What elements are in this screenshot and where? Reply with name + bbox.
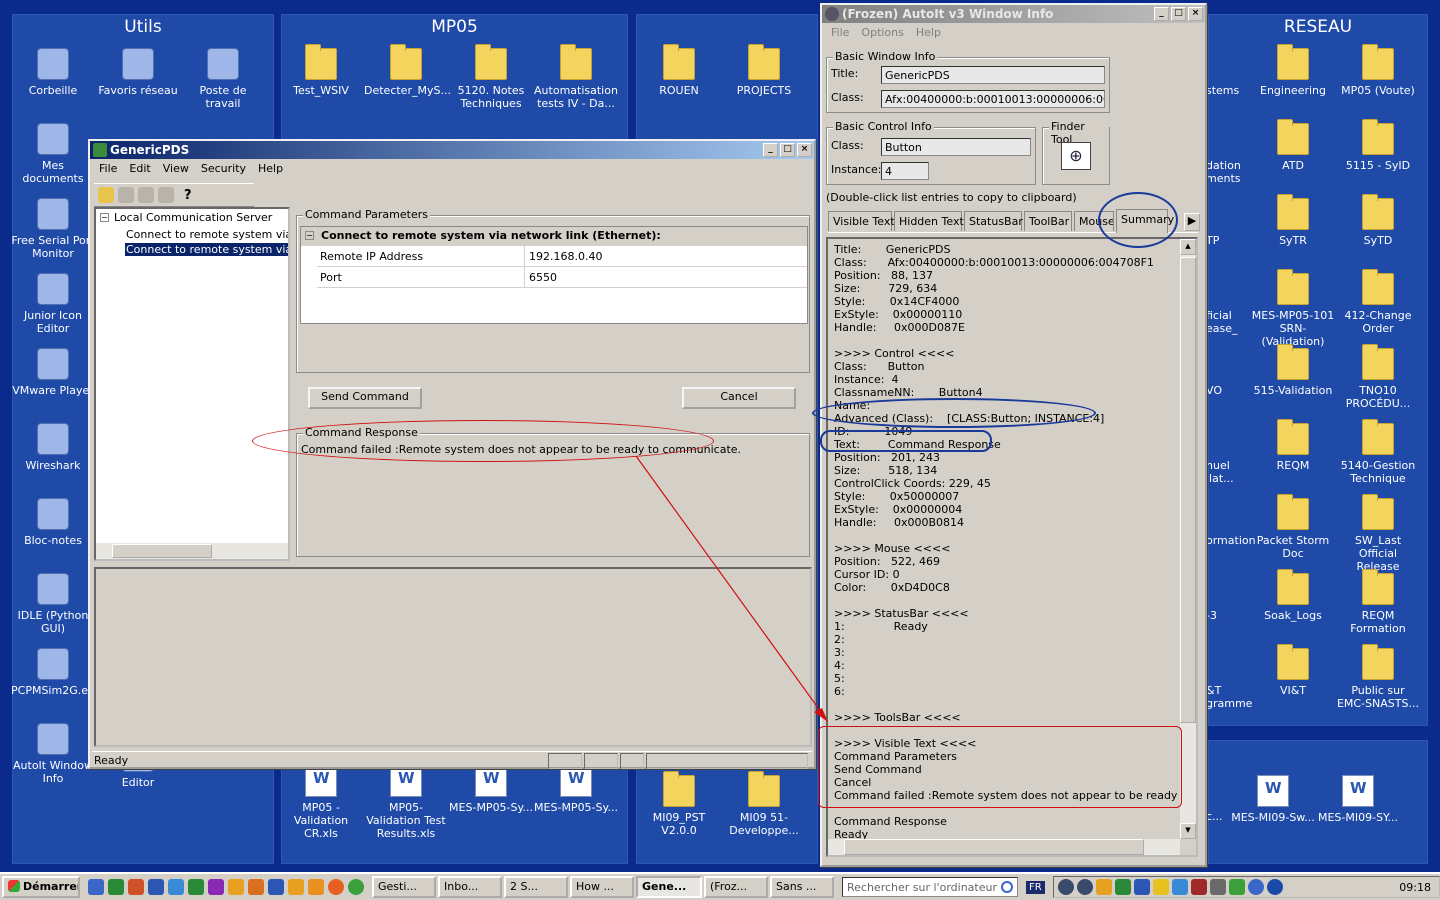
task-button[interactable]: Inbo... (438, 876, 502, 898)
quicklaunch-icon[interactable] (88, 879, 104, 895)
excel-icon[interactable] (188, 879, 204, 895)
outlook-icon[interactable] (228, 879, 244, 895)
language-indicator[interactable]: FR (1026, 880, 1045, 894)
search-icon[interactable] (1001, 881, 1013, 893)
word-icon[interactable] (148, 879, 164, 895)
tray-icon[interactable] (1190, 879, 1207, 895)
tray-icon[interactable] (1076, 879, 1093, 895)
tray-icon[interactable] (1247, 879, 1264, 895)
tray-icon[interactable] (1209, 879, 1226, 895)
tray-icon[interactable] (1057, 879, 1074, 895)
system-tray: 09:18 (1052, 876, 1440, 898)
taskbar: Démarrer Gesti... Inbo... 2 S... How ...… (0, 872, 1440, 900)
word-icon[interactable] (268, 879, 284, 895)
tray-icon[interactable] (1095, 879, 1112, 895)
tray-icon[interactable] (1228, 879, 1245, 895)
outlook-icon[interactable] (288, 879, 304, 895)
ie-icon[interactable] (168, 879, 184, 895)
arrow-head (814, 708, 828, 722)
task-button-active[interactable]: Gene... (636, 876, 702, 898)
chrome-icon[interactable] (348, 879, 364, 895)
project-icon[interactable] (248, 879, 264, 895)
tray-icon[interactable] (1133, 879, 1150, 895)
onenote-icon[interactable] (208, 879, 224, 895)
tray-icon[interactable] (1171, 879, 1188, 895)
quick-launch (82, 879, 370, 895)
search-box[interactable]: Rechercher sur l'ordinateur (842, 877, 1018, 897)
task-button[interactable]: Gesti... (372, 876, 436, 898)
tray-icon[interactable] (1152, 879, 1169, 895)
arrow-line (635, 455, 825, 717)
task-button[interactable]: Sans ... (770, 876, 834, 898)
task-button[interactable]: 2 S... (504, 876, 568, 898)
tray-icon[interactable] (1114, 879, 1131, 895)
annotation-arrow (635, 455, 828, 722)
task-button[interactable]: (Froz... (704, 876, 768, 898)
search-placeholder: Rechercher sur l'ordinateur (847, 881, 997, 894)
powerpoint-icon[interactable] (128, 879, 144, 895)
tray-icon[interactable] (1266, 879, 1283, 895)
task-button[interactable]: How ... (570, 876, 634, 898)
app-icon[interactable] (308, 879, 324, 895)
windows-icon (8, 880, 20, 892)
start-button[interactable]: Démarrer (2, 876, 80, 898)
firefox-icon[interactable] (328, 879, 344, 895)
excel-icon[interactable] (108, 879, 124, 895)
clock[interactable]: 09:18 (1399, 881, 1439, 894)
